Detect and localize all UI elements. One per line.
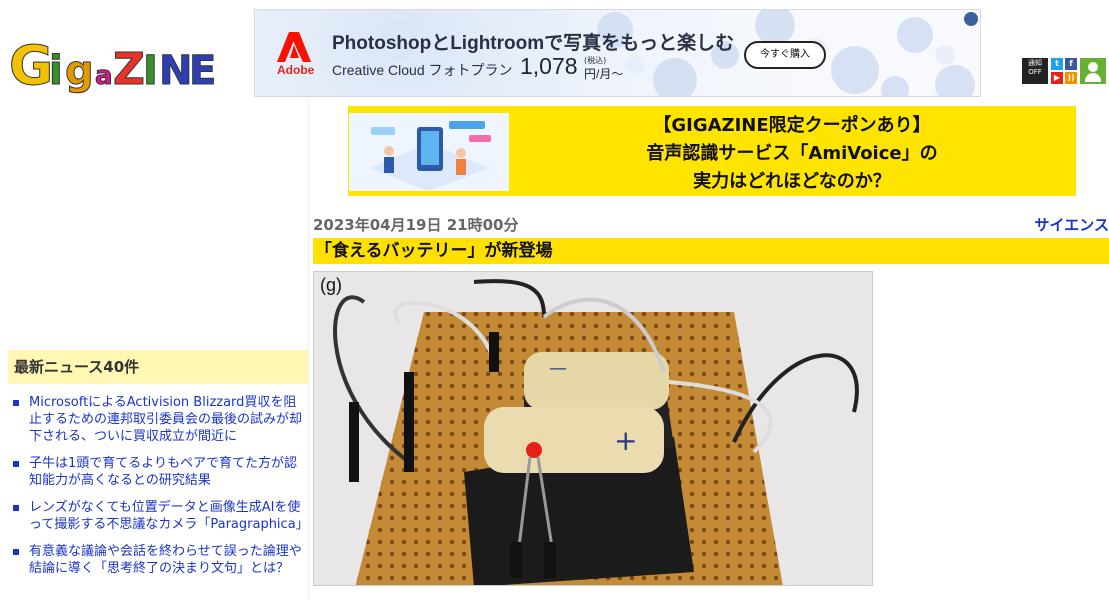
promo-line-1: 【GIGAZINE限定クーポンあり】: [653, 115, 931, 136]
svg-text:I: I: [143, 48, 158, 94]
gigazine-logo[interactable]: G i g a Z I N E: [9, 26, 219, 98]
news-link[interactable]: レンズがなくても位置データと画像生成AIを使って撮影する不思議なカメラ「Para…: [29, 500, 309, 532]
svg-text:G: G: [9, 34, 53, 97]
article-title: 「食えるバッテリー」が新登場: [313, 238, 1109, 264]
list-item: レンズがなくても位置データと画像生成AIを使って撮影する不思議なカメラ「Para…: [13, 499, 309, 533]
svg-text:i: i: [49, 48, 63, 94]
news-link[interactable]: 子牛は1頭で育てるよりもペアで育てた方が認知能力が高くなるとの研究結果: [29, 456, 297, 488]
facebook-icon[interactable]: f: [1065, 58, 1077, 70]
ad-price-unit: 円/月～: [584, 67, 624, 81]
latest-news-list: MicrosoftによるActivision Blizzard買収を阻止するため…: [13, 394, 309, 587]
rss-icon[interactable]: )): [1065, 72, 1077, 84]
svg-text:N: N: [159, 48, 192, 94]
youtube-icon[interactable]: ▶: [1051, 72, 1063, 84]
svg-text:+: +: [614, 424, 637, 457]
ad-buy-button[interactable]: 今すぐ購入: [744, 41, 826, 69]
svg-text:E: E: [189, 48, 216, 94]
news-link[interactable]: MicrosoftによるActivision Blizzard買収を阻止するため…: [29, 395, 302, 444]
promo-line-2: 音声認識サービス「AmiVoice」の: [646, 143, 938, 164]
article-date: 2023年04月19日 21時00分: [313, 216, 519, 234]
amivoice-promo-banner[interactable]: 【GIGAZINE限定クーポンあり】 音声認識サービス「AmiVoice」の 実…: [348, 106, 1076, 196]
article-photo[interactable]: — + (g): [313, 271, 873, 586]
sidebar: 最新ニュース40件 MicrosoftによるActivision Blizzar…: [8, 98, 309, 600]
promo-line-3: 実力はどれほどなのか？: [693, 171, 891, 192]
list-item: 有意義な議論や会話を終わらせて誤った論理や結論に導く「思考終了の決まり文句」とは…: [13, 543, 308, 577]
svg-text:a: a: [95, 61, 113, 91]
social-icon-grid: t f ▶ )): [1051, 58, 1077, 84]
user-icon[interactable]: [1080, 58, 1106, 84]
gigazine-logo-graphic: G i g a Z I N E: [9, 34, 217, 98]
list-item: MicrosoftによるActivision Blizzard買収を阻止するため…: [13, 394, 308, 445]
latest-news-title: 最新ニュース40件: [8, 350, 308, 384]
svg-text:g: g: [65, 48, 94, 94]
ad-headline: PhotoshopとLightroomで写真をもっと楽しむ: [332, 33, 735, 54]
notify-state: OFF: [1028, 68, 1042, 76]
ad-price: 1,078: [520, 53, 578, 79]
edible-battery-photo: — +: [314, 272, 872, 585]
social-links: 通知 OFF t f ▶ )): [1022, 58, 1106, 84]
ad-subline: Creative Cloud フォトプラン: [332, 62, 513, 78]
list-item: 子牛は1頭で育てるよりもペアで育てた方が認知能力が高くなるとの研究結果: [13, 455, 308, 489]
notification-toggle[interactable]: 通知 OFF: [1022, 58, 1048, 84]
svg-text:—: —: [549, 358, 567, 379]
article-category-link[interactable]: サイエンス: [1034, 214, 1109, 235]
promo-text: 【GIGAZINE限定クーポンあり】 音声認識サービス「AmiVoice」の 実…: [568, 112, 1016, 196]
adobe-brand-label: Adobe: [277, 63, 315, 77]
adobe-banner-ad[interactable]: Adobe PhotoshopとLightroomで写真をもっと楽しむ Crea…: [254, 9, 981, 97]
svg-text:Z: Z: [113, 44, 145, 95]
promo-illustration-image: [349, 113, 509, 191]
adchoices-icon[interactable]: [964, 12, 978, 26]
photo-caption: (g): [320, 275, 342, 295]
news-link[interactable]: 有意義な議論や会話を終わらせて誤った論理や結論に導く「思考終了の決まり文句」とは…: [29, 544, 302, 576]
notify-label: 通知: [1028, 59, 1042, 67]
twitter-icon[interactable]: t: [1051, 58, 1063, 70]
